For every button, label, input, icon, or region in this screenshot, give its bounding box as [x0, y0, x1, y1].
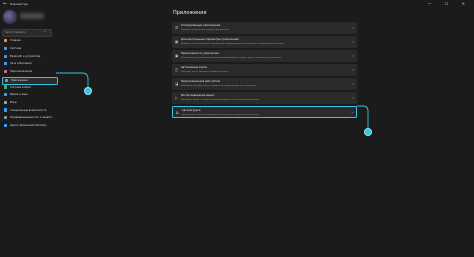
- callout-line-card: [357, 105, 369, 130]
- callout-line-sidebar: [56, 72, 89, 89]
- callout-marker-sidebar: [85, 88, 91, 94]
- callout-marker-card: [365, 129, 371, 135]
- annotation-overlay: [56, 72, 369, 130]
